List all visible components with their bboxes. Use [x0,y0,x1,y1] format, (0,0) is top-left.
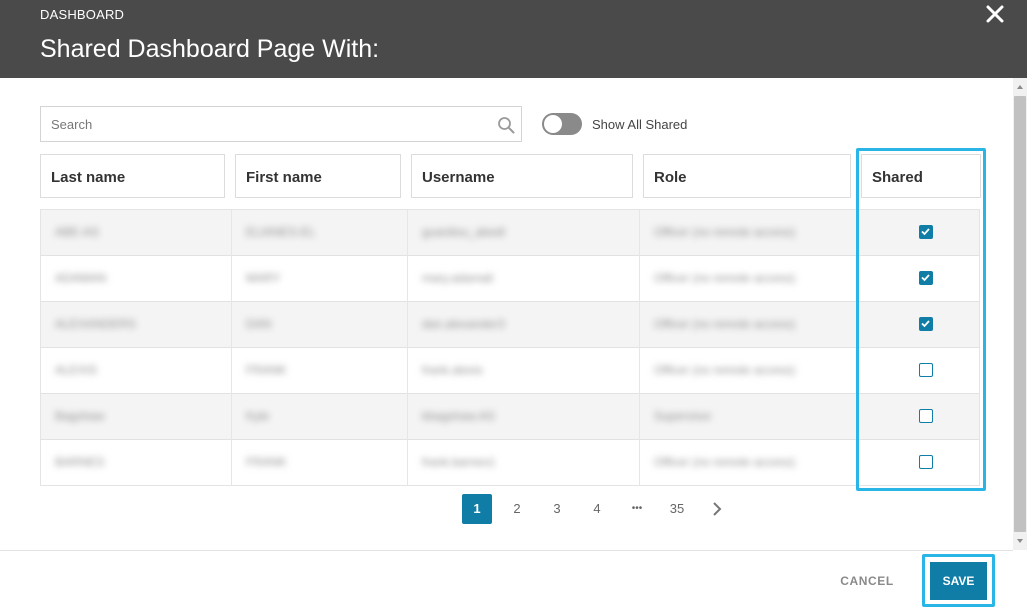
column-header-shared[interactable]: Shared [861,154,981,198]
page-button-3[interactable]: 3 [542,494,572,524]
column-header-last-name[interactable]: Last name [40,154,225,198]
cell-username: mary.adamali [422,271,494,285]
cell-first-name: FRANK [246,363,287,377]
show-all-shared-toggle[interactable] [542,113,582,135]
cell-role: Officer (no remote access) [654,455,796,469]
page-ellipsis: ••• [631,503,643,514]
scrollbar[interactable] [1013,78,1027,550]
column-divider [231,210,232,485]
save-button[interactable]: SAVE [930,562,987,600]
shared-checkbox[interactable] [919,317,933,331]
cell-last-name: ALEXIS [55,363,98,377]
cell-last-name: ALEXANDERS [55,317,136,331]
table-row: ALEXIS FRANK frank.alexis Officer (no re… [41,348,979,394]
scroll-up-arrow-icon[interactable] [1013,82,1027,92]
shared-checkbox[interactable] [919,363,933,377]
cell-role: Officer (no remote access) [654,363,796,377]
page-button-2[interactable]: 2 [502,494,532,524]
scroll-down-arrow-icon[interactable] [1013,536,1027,546]
table-row: ALEXANDERS DAN dan.alexander3 Officer (n… [41,302,979,348]
close-icon[interactable] [985,4,1005,24]
cell-role: Officer (no remote access) [654,225,796,239]
column-header-role[interactable]: Role [643,154,851,198]
footer-divider [0,550,1013,551]
search-box [40,106,522,142]
column-divider [857,210,858,485]
cell-last-name: ABE-AS [55,225,100,239]
scrollbar-thumb[interactable] [1014,96,1026,532]
shared-checkbox[interactable] [919,455,933,469]
table-row: ABE-AS ELIANES-EL guardiou_abedl Officer… [41,210,979,256]
dialog-header: DASHBOARD Shared Dashboard Page With: [0,0,1027,78]
table-row: BARNES FRANK frank.barnes1 Officer (no r… [41,440,979,486]
header-eyebrow: DASHBOARD [40,7,125,22]
page-button-1[interactable]: 1 [462,494,492,524]
cancel-button[interactable]: CANCEL [828,566,906,596]
column-header-username[interactable]: Username [411,154,633,198]
users-table: ABE-AS ELIANES-EL guardiou_abedl Officer… [40,209,980,486]
cell-role: Supervisor [654,409,712,423]
search-icon[interactable] [497,116,515,134]
shared-checkbox[interactable] [919,225,933,239]
column-header-first-name[interactable]: First name [235,154,401,198]
cell-role: Officer (no remote access) [654,271,796,285]
search-input[interactable] [41,107,481,141]
cell-last-name: BARNES [55,455,105,469]
chevron-right-icon[interactable] [702,494,732,524]
toggle-knob [544,115,562,133]
column-divider [639,210,640,485]
cell-first-name: Kyle [246,409,270,423]
cell-username: dan.alexander3 [422,317,505,331]
cell-first-name: FRANK [246,455,287,469]
shared-checkbox[interactable] [919,271,933,285]
column-divider [407,210,408,485]
cell-last-name: Bagshaw [55,409,105,423]
show-all-shared-label: Show All Shared [592,117,688,132]
cell-first-name: DAN [246,317,272,331]
page-button-35[interactable]: 35 [662,494,692,524]
shared-checkbox[interactable] [919,409,933,423]
cell-last-name: ADAMAN [55,271,107,285]
table-row: Bagshaw Kyle kbagshaw.AS Supervisor [41,394,979,440]
table-row: ADAMAN MARY mary.adamali Officer (no rem… [41,256,979,302]
cell-role: Officer (no remote access) [654,317,796,331]
cell-username: frank.barnes1 [422,455,496,469]
cell-first-name: ELIANES-EL [246,225,316,239]
cell-username: frank.alexis [422,363,483,377]
cell-username: kbagshaw.AS [422,409,495,423]
page-button-4[interactable]: 4 [582,494,612,524]
dialog-title: Shared Dashboard Page With: [40,35,380,63]
cell-first-name: MARY [246,271,281,285]
cell-username: guardiou_abedl [422,225,505,239]
